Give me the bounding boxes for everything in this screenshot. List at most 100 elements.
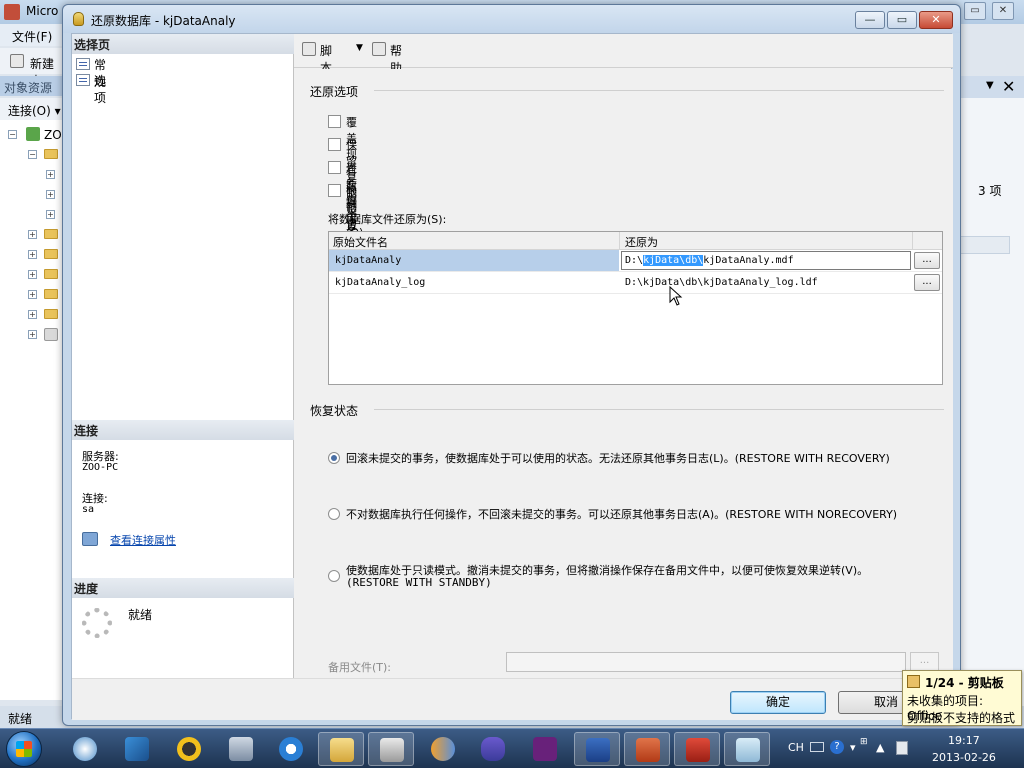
background-close-icon[interactable]: ✕ <box>992 2 1014 20</box>
checkbox-box[interactable] <box>328 138 341 151</box>
new-query-icon <box>10 54 24 68</box>
radio-button[interactable] <box>328 508 340 520</box>
tree-root[interactable]: − ZO <box>0 126 62 146</box>
table-row[interactable]: kjDataAnaly D:\kjData\db\kjDataAnaly.mdf… <box>329 250 942 272</box>
expand-icon[interactable]: + <box>28 270 37 279</box>
taskbar-internet-explorer[interactable] <box>268 732 314 766</box>
sql-tools-icon <box>380 738 404 762</box>
server-icon <box>26 127 40 141</box>
column-restore-as[interactable]: 还原为 <box>625 234 658 250</box>
clock-date[interactable]: 2013-02-26 <box>932 751 996 764</box>
chevron-down-icon[interactable]: ▼ <box>356 43 363 53</box>
clipboard-tray-icon[interactable] <box>896 741 908 755</box>
taskbar-visual-studio[interactable] <box>522 732 568 766</box>
tree-node[interactable]: + <box>0 206 62 226</box>
dialog-button-bar: 确定 取消 <box>72 678 953 720</box>
taskbar-app-orange[interactable] <box>420 732 466 766</box>
taskbar-qq[interactable] <box>166 732 212 766</box>
connect-dropdown[interactable]: 连接(O) ▾ <box>8 102 61 119</box>
collapse-icon[interactable]: − <box>28 150 37 159</box>
expand-icon[interactable]: + <box>28 290 37 299</box>
restore-options-header: 还原选项 <box>310 85 359 99</box>
close-icon[interactable]: ✕ <box>1002 77 1015 96</box>
connection-properties-icon <box>82 532 98 546</box>
media-player-icon <box>73 737 97 761</box>
restore-with-standby-label-line2: (RESTORE WITH STANDBY) <box>346 576 492 589</box>
tree-node[interactable]: + <box>0 306 62 326</box>
expand-icon[interactable]: + <box>46 170 55 179</box>
minimize-button[interactable]: — <box>855 11 885 29</box>
radio-button[interactable] <box>328 570 340 582</box>
tree-node[interactable]: + <box>0 326 62 346</box>
expand-icon[interactable]: + <box>28 250 37 259</box>
browse-button[interactable]: ... <box>914 274 940 291</box>
tree-node[interactable]: + <box>0 246 62 266</box>
column-original-filename[interactable]: 原始文件名 <box>333 234 388 250</box>
background-restore-icon[interactable]: ▭ <box>964 2 986 20</box>
tree-root-label: ZO <box>44 128 62 142</box>
show-hidden-icons-icon[interactable]: ▲ <box>876 741 884 754</box>
taskbar-media-player[interactable] <box>62 732 108 766</box>
language-indicator[interactable]: CH <box>788 741 804 754</box>
chevron-down-icon[interactable]: ▼ <box>986 80 994 91</box>
expand-icon[interactable]: + <box>28 310 37 319</box>
progress-spinner-icon <box>82 608 112 638</box>
file-restore-grid[interactable]: 原始文件名 还原为 kjDataAnaly D:\kjData\db\kjDat… <box>328 231 943 385</box>
taskbar-toolbox[interactable] <box>674 732 720 766</box>
restore-as-edit-field[interactable]: D:\kjData\db\kjDataAnaly.mdf <box>621 251 911 270</box>
help-icon[interactable]: ? <box>830 740 844 754</box>
checkbox-box[interactable] <box>328 161 341 174</box>
expand-icon[interactable]: + <box>28 230 37 239</box>
taskbar-bird-app[interactable] <box>114 732 160 766</box>
background-status-text: 就绪 <box>8 712 33 726</box>
taskbar-file-explorer[interactable] <box>318 732 364 766</box>
expand-icon[interactable]: + <box>46 210 55 219</box>
original-filename-cell[interactable]: kjDataAnaly_log <box>335 277 425 288</box>
tree-node[interactable]: − <box>0 146 62 166</box>
maximize-button[interactable]: ▭ <box>887 11 917 29</box>
restore-as-cell[interactable]: D:\kjData\db\kjDataAnaly_log.ldf <box>625 277 818 288</box>
checkbox-box[interactable] <box>328 184 341 197</box>
dialog-title-bar[interactable]: 还原数据库 - kjDataAnaly — ▭ ✕ <box>63 5 960 33</box>
tree-node[interactable]: + <box>0 266 62 286</box>
restore-database-dialog: 还原数据库 - kjDataAnaly — ▭ ✕ 选择页 常规 选项 连接 服… <box>62 4 961 726</box>
expand-icon[interactable]: + <box>46 190 55 199</box>
close-button[interactable]: ✕ <box>919 11 953 29</box>
tree-node[interactable]: + <box>0 286 62 306</box>
keyboard-icon[interactable] <box>810 742 824 752</box>
restore-as-text: D:\kjData\db\kjDataAnaly.mdf <box>625 255 794 266</box>
clock-time[interactable]: 19:17 <box>948 734 980 747</box>
view-connection-properties-link[interactable]: 查看连接属性 <box>110 532 176 548</box>
tree-node[interactable]: + <box>0 166 62 186</box>
original-filename-cell[interactable]: kjDataAnaly <box>335 255 401 266</box>
folder-icon <box>44 269 58 279</box>
taskbar-visual-studio-infinity[interactable] <box>470 732 516 766</box>
taskbar-word[interactable] <box>574 732 620 766</box>
collapse-icon[interactable]: − <box>8 130 17 139</box>
taskbar-server-manager[interactable] <box>218 732 264 766</box>
taskbar-powerpoint[interactable] <box>624 732 670 766</box>
agent-icon <box>44 328 58 341</box>
tree-node[interactable]: + <box>0 186 62 206</box>
settings-icon[interactable]: ⊞ <box>860 737 868 747</box>
standby-file-input[interactable] <box>506 652 906 672</box>
script-icon <box>302 42 316 56</box>
taskbar-notepad[interactable] <box>724 732 770 766</box>
clipboard-notification[interactable]: 1/24 - 剪贴板 未收集的项目: Office 剪贴板不支持的格式 <box>902 670 1022 726</box>
menu-file[interactable]: 文件(F) <box>12 28 52 45</box>
table-row[interactable]: kjDataAnaly_log D:\kjData\db\kjDataAnaly… <box>329 272 942 294</box>
object-explorer-connect[interactable]: 连接(O) ▾ <box>0 98 62 120</box>
browse-button[interactable]: ... <box>914 252 940 269</box>
chevron-down-icon[interactable]: ▾ <box>850 741 856 754</box>
tree-node[interactable]: + <box>0 226 62 246</box>
ok-button[interactable]: 确定 <box>730 691 826 714</box>
start-button[interactable] <box>6 731 42 767</box>
checkbox-box[interactable] <box>328 115 341 128</box>
page-options-label: 选项 <box>94 74 107 105</box>
visual-studio-icon <box>533 737 557 761</box>
standby-browse-button[interactable]: ... <box>910 652 939 672</box>
taskbar-sql-tools[interactable] <box>368 732 414 766</box>
background-right-panel: ▼ ✕ 3 项 <box>956 76 1024 706</box>
radio-button[interactable] <box>328 452 340 464</box>
expand-icon[interactable]: + <box>28 330 37 339</box>
